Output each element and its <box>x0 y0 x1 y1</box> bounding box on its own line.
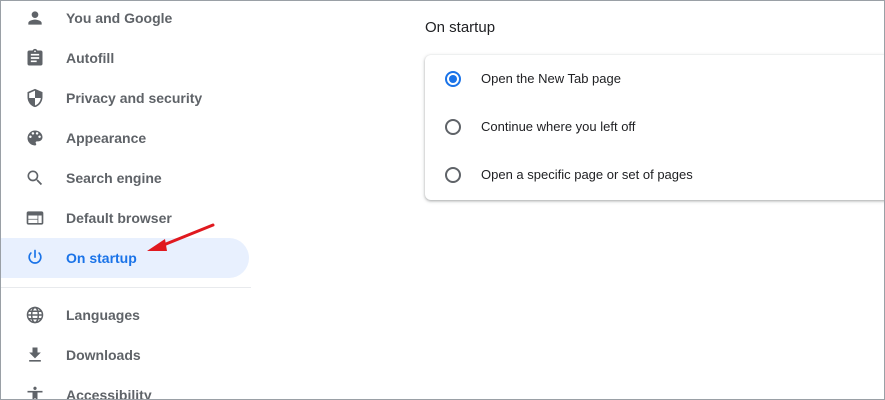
search-icon <box>25 168 45 188</box>
sidebar-item-autofill[interactable]: Autofill <box>1 38 249 78</box>
section-title: On startup <box>425 19 496 36</box>
download-icon <box>25 345 45 365</box>
sidebar-item-you-and-google[interactable]: You and Google <box>1 1 249 38</box>
sidebar-item-privacy-and-security[interactable]: Privacy and security <box>1 78 249 118</box>
sidebar-item-label: Search engine <box>66 170 162 186</box>
clipboard-icon <box>25 48 45 68</box>
annotation-arrow <box>147 223 215 251</box>
sidebar: You and Google Autofill Privacy and secu… <box>1 1 251 399</box>
radio-button[interactable] <box>445 119 461 135</box>
sidebar-item-label: Privacy and security <box>66 90 203 106</box>
accessibility-icon <box>25 385 45 399</box>
person-icon <box>25 8 45 28</box>
option-open-new-tab[interactable]: Open the New Tab page <box>425 55 884 103</box>
option-label: Open the New Tab page <box>481 71 621 86</box>
sidebar-item-label: Accessibility <box>66 387 152 400</box>
sidebar-divider <box>1 287 251 288</box>
sidebar-item-label: Downloads <box>66 347 141 363</box>
sidebar-item-label: You and Google <box>66 10 173 26</box>
sidebar-item-accessibility[interactable]: Accessibility <box>1 375 249 400</box>
sidebar-item-label: Languages <box>66 307 140 323</box>
sidebar-item-languages[interactable]: Languages <box>1 295 249 335</box>
sidebar-item-search-engine[interactable]: Search engine <box>1 158 249 198</box>
sidebar-item-label: On startup <box>66 250 137 266</box>
shield-icon <box>25 88 45 108</box>
settings-window: You and Google Autofill Privacy and secu… <box>0 0 885 400</box>
option-continue-where-left-off[interactable]: Continue where you left off <box>425 103 884 151</box>
option-open-specific-pages[interactable]: Open a specific page or set of pages <box>425 151 884 199</box>
radio-button-checked[interactable] <box>445 71 461 87</box>
sidebar-item-downloads[interactable]: Downloads <box>1 335 249 375</box>
option-label: Continue where you left off <box>481 119 636 134</box>
sidebar-item-label: Autofill <box>66 50 115 66</box>
option-label: Open a specific page or set of pages <box>481 167 693 182</box>
sidebar-item-label: Appearance <box>66 130 147 146</box>
power-icon <box>25 248 45 268</box>
browser-window-icon <box>25 208 45 228</box>
startup-options-card: Open the New Tab page Continue where you… <box>425 55 884 200</box>
radio-button[interactable] <box>445 167 461 183</box>
sidebar-item-appearance[interactable]: Appearance <box>1 118 249 158</box>
palette-icon <box>25 128 45 148</box>
globe-icon <box>25 305 45 325</box>
